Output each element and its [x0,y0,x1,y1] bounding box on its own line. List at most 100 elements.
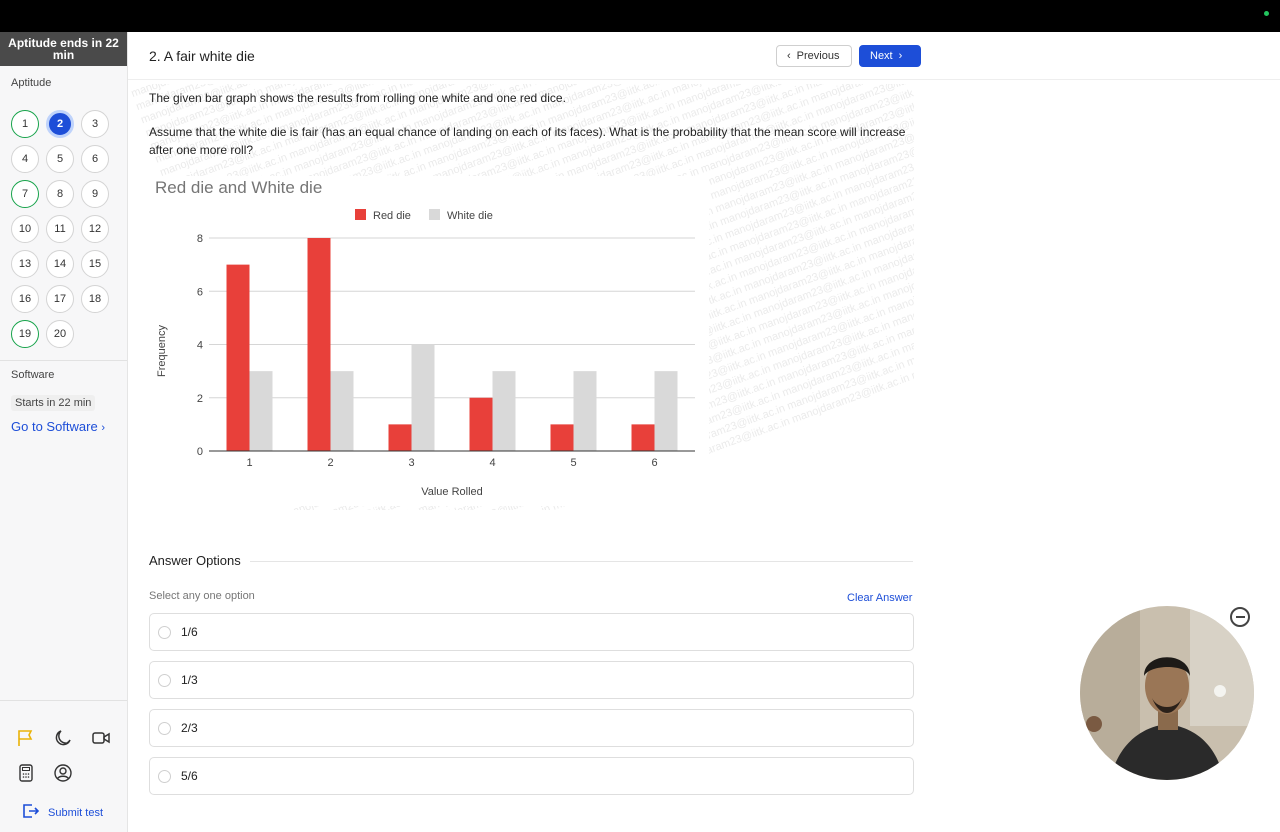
submit-test-label: Submit test [48,806,104,819]
divider [0,360,127,361]
bar-red-die-4 [469,397,493,451]
bar-red-die-1 [226,264,250,451]
radio-button[interactable] [158,721,171,735]
legend-label-1: Red die [373,210,411,222]
bar-red-die-3 [388,424,412,451]
answer-option-label: 1/6 [181,625,198,639]
bar-white-die-6 [654,371,678,451]
bar-white-die-4 [492,371,516,451]
answer-option-4[interactable]: 5/6 [149,757,914,795]
y-tick-label: 2 [197,393,203,405]
top-bar [0,0,1280,32]
aptitude-timer: Aptitude ends in 22 min [0,32,127,66]
question-button-5[interactable]: 5 [46,145,74,173]
y-tick-label: 0 [197,446,203,458]
question-button-7[interactable]: 7 [11,180,39,208]
y-tick-label: 6 [197,286,203,298]
answer-options-heading: Answer Options [149,553,241,568]
software-starts-badge: Starts in 22 min [11,395,96,411]
chevron-left-icon: ‹ [787,50,791,62]
x-tick-label: 2 [327,457,333,469]
x-tick-label: 6 [651,457,657,469]
question-text-1: The given bar graph shows the results fr… [149,91,566,105]
bar-white-die-3 [411,344,435,451]
radio-button[interactable] [158,769,171,783]
question-button-10[interactable]: 10 [11,215,39,243]
previous-button[interactable]: ‹ Previous [776,45,852,67]
next-button[interactable]: Next › [859,45,921,67]
y-tick-label: 8 [197,233,203,245]
next-label: Next [870,50,893,62]
question-button-20[interactable]: 20 [46,320,74,348]
question-button-14[interactable]: 14 [46,250,74,278]
bar-red-die-6 [631,424,655,451]
select-hint: Select any one option [149,590,255,602]
x-tick-label: 3 [408,457,414,469]
flag-icon[interactable] [16,728,36,748]
legend-swatch-2 [429,209,440,220]
radio-button[interactable] [158,625,171,639]
x-tick-label: 4 [489,457,495,469]
x-tick-label: 5 [570,457,576,469]
question-button-12[interactable]: 12 [81,215,109,243]
bar-chart: Red die and White die Red die White die 0 2 4… [149,176,709,506]
question-panel: manojdaram23@iitk.ac.in manojdaram23@iit… [128,84,914,510]
question-button-8[interactable]: 8 [46,180,74,208]
radio-button[interactable] [158,673,171,687]
answer-option-label: 1/3 [181,673,198,687]
section-aptitude-label: Aptitude [11,77,52,89]
chevron-right-icon: › [101,422,106,434]
question-button-4[interactable]: 4 [11,145,39,173]
chart-title: Red die and White die [155,178,322,197]
answer-option-3[interactable]: 2/3 [149,709,914,747]
question-title: 2. A fair white die [149,48,255,64]
question-button-2[interactable]: 2 [46,110,74,138]
question-button-16[interactable]: 16 [11,285,39,313]
tools-area [0,700,127,701]
bar-red-die-5 [550,424,574,451]
question-button-17[interactable]: 17 [46,285,74,313]
question-button-18[interactable]: 18 [81,285,109,313]
question-button-6[interactable]: 6 [81,145,109,173]
question-button-1[interactable]: 1 [11,110,39,138]
section-software-label: Software [11,369,55,381]
profile-icon[interactable] [53,763,73,783]
go-to-software-link[interactable]: Go to Software › [11,419,105,434]
submit-test-button[interactable]: Submit test [20,801,103,824]
y-axis-label: Frequency [156,325,168,377]
question-button-19[interactable]: 19 [11,320,39,348]
logout-icon [20,801,40,824]
answer-option-1[interactable]: 1/6 [149,613,914,651]
header-divider [128,79,1280,80]
legend-label-2: White die [447,210,493,222]
bar-red-die-2 [307,238,331,451]
legend-swatch-1 [355,209,366,220]
bar-white-die-5 [573,371,597,451]
y-tick-label: 4 [197,340,203,352]
bar-white-die-2 [330,371,354,451]
question-button-9[interactable]: 9 [81,180,109,208]
previous-label: Previous [796,50,840,62]
answer-option-2[interactable]: 1/3 [149,661,914,699]
question-button-3[interactable]: 3 [81,110,109,138]
divider [250,561,913,562]
answer-option-label: 2/3 [181,721,198,735]
webcam-preview [1080,606,1254,780]
go-to-software-label: Go to Software [11,419,98,434]
question-palette: 1 2 3 4 5 6 7 8 9 10 11 12 13 14 15 16 17 18 19 20 [11,110,109,348]
question-button-15[interactable]: 15 [81,250,109,278]
question-text-2: Assume that the white die is fair (has a… [149,125,906,157]
video-camera-icon[interactable] [91,728,111,748]
sidebar: Aptitude ends in 22 min Aptitude 1234567… [0,32,128,832]
question-button-13[interactable]: 13 [11,250,39,278]
status-dot [1264,11,1269,16]
minimize-camera-button[interactable] [1230,607,1250,627]
x-tick-label: 1 [246,457,252,469]
dark-mode-moon-icon[interactable] [53,728,73,748]
bar-white-die-1 [249,371,273,451]
clear-answer-button[interactable]: Clear Answer [847,592,912,604]
answer-option-label: 5/6 [181,769,198,783]
question-button-11[interactable]: 11 [46,215,74,243]
chevron-right-icon: › [898,50,903,62]
calculator-icon[interactable] [16,763,36,783]
